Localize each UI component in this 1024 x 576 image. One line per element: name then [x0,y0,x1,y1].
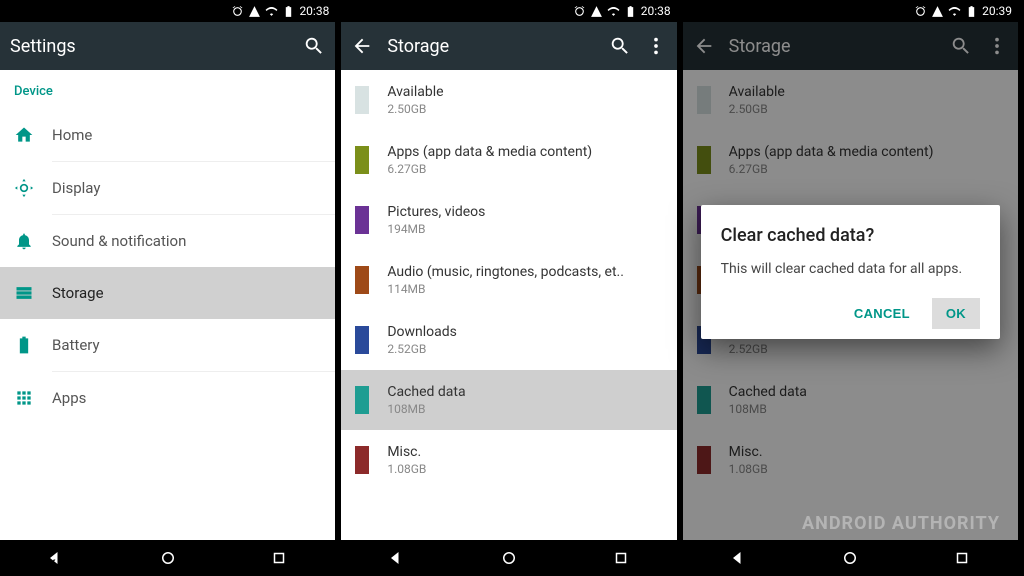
status-time: 20:38 [299,4,329,18]
storage-item-size: 194MB [387,222,485,236]
settings-row-bell[interactable]: Sound & notification [0,215,335,267]
color-chip [355,266,369,294]
settings-label: Sound & notification [52,232,186,250]
color-chip [355,446,369,474]
toolbar: Storage [341,22,676,70]
settings-label: Display [52,179,100,197]
recent-key[interactable] [612,549,630,567]
storage-item-size: 1.08GB [387,462,426,476]
home-key[interactable] [500,549,518,567]
settings-label: Storage [52,284,104,302]
settings-row-brightness[interactable]: Display [0,162,335,214]
settings-label: Battery [52,336,100,354]
signal-icon [590,5,603,18]
storage-row[interactable]: Available 2.50GB [341,70,676,130]
home-key[interactable] [841,549,859,567]
storage-row[interactable]: Downloads 2.52GB [341,310,676,370]
color-chip [355,146,369,174]
settings-label: Home [52,126,92,144]
storage-content: Available 2.50GB Apps (app data & media co… [341,70,676,540]
status-bar: 20:39 [683,0,1018,22]
storage-item-size: 2.50GB [387,102,443,116]
apps-icon [12,388,36,408]
wifi-icon [948,5,961,18]
ok-button[interactable]: OK [932,298,980,329]
settings-row-apps[interactable]: Apps [0,372,335,424]
storage-item-size: 6.27GB [387,162,592,176]
settings-label: Apps [52,389,86,407]
alarm-icon [573,5,586,18]
alarm-icon [231,5,244,18]
storage-item-name: Pictures, videos [387,204,485,220]
battery-icon [965,5,978,18]
storage-item-size: 2.52GB [387,342,457,356]
storage-row[interactable]: Apps (app data & media content) 6.27GB [341,130,676,190]
storage-item-name: Audio (music, ringtones, podcasts, et.. [387,264,624,280]
alarm-icon [914,5,927,18]
signal-icon [931,5,944,18]
nav-bar [0,540,335,576]
storage-row[interactable]: Misc. 1.08GB [341,430,676,490]
recent-key[interactable] [953,549,971,567]
storage-item-name: Misc. [387,444,426,460]
status-bar: 20:38 [341,0,676,22]
status-time: 20:39 [982,4,1012,18]
cancel-button[interactable]: CANCEL [840,298,924,329]
bell-icon [12,231,36,251]
color-chip [355,86,369,114]
home-icon [12,125,36,145]
watermark-logo: MANA APK [4,559,55,570]
storage-row[interactable]: Cached data 108MB [341,370,676,430]
storage-row[interactable]: Audio (music, ringtones, podcasts, et.. 1… [341,250,676,310]
storage-item-name: Cached data [387,384,465,400]
settings-row-battery[interactable]: Battery [0,319,335,371]
settings-row-storage[interactable]: Storage [0,267,335,319]
storage-item-name: Downloads [387,324,457,340]
page-title: Storage [387,36,594,57]
nav-bar [341,540,676,576]
toolbar: Settings [0,22,335,70]
storage-icon [12,283,36,303]
wifi-icon [265,5,278,18]
storage-item-name: Available [387,84,443,100]
overflow-icon[interactable] [645,35,667,57]
storage-item-size: 108MB [387,402,465,416]
color-chip [355,326,369,354]
status-time: 20:38 [641,4,671,18]
battery-icon [12,335,36,355]
color-chip [355,206,369,234]
storage-row[interactable]: Pictures, videos 194MB [341,190,676,250]
clear-cache-dialog: Clear cached data? This will clear cache… [701,205,1000,339]
back-key[interactable] [388,549,406,567]
signal-icon [248,5,261,18]
search-icon[interactable] [609,35,631,57]
status-bar: 20:38 [0,0,335,22]
storage-panel: 20:38 Storage Available 2.50GB Apps (app d… [341,0,682,576]
back-key[interactable] [730,549,748,567]
storage-dialog-panel: 20:39 Storage Available2.50GBApps (app d… [683,0,1024,576]
wifi-icon [607,5,620,18]
battery-icon [624,5,637,18]
search-icon[interactable] [303,35,325,57]
dialog-body: This will clear cached data for all apps… [721,260,980,280]
settings-panel: 20:38 Settings Device Home Display Sound &… [0,0,341,576]
recent-key[interactable] [270,549,288,567]
settings-row-home[interactable]: Home [0,109,335,161]
nav-bar [683,540,1018,576]
storage-item-name: Apps (app data & media content) [387,144,592,160]
brightness-icon [12,178,36,198]
settings-content: Device Home Display Sound & notification St… [0,70,335,540]
color-chip [355,386,369,414]
section-device: Device [0,70,335,109]
android-authority-watermark: ANDROID AUTHORITY [802,513,1000,534]
battery-icon [282,5,295,18]
page-title: Settings [10,36,289,57]
storage-item-size: 114MB [387,282,624,296]
home-key[interactable] [159,549,177,567]
back-icon[interactable] [351,35,373,57]
dialog-title: Clear cached data? [721,225,980,246]
